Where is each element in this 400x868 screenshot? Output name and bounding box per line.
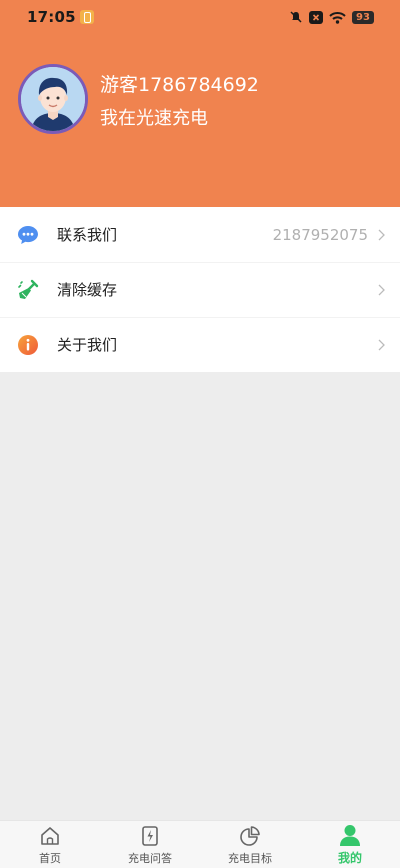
broom-icon [17, 279, 39, 301]
tab-charge-goal[interactable]: 充电目标 [200, 821, 300, 868]
settings-menu: 联系我们 2187952075 清除缓存 关于我们 [0, 207, 400, 372]
menu-item-label: 清除缓存 [57, 281, 118, 299]
pie-chart-icon [239, 824, 261, 848]
status-icons: 93 [289, 10, 374, 24]
menu-item-label: 关于我们 [57, 336, 118, 354]
mute-icon [290, 11, 302, 23]
person-icon [338, 823, 362, 847]
username: 游客1786784692 [100, 74, 259, 96]
menu-item-about-us[interactable]: 关于我们 [0, 317, 400, 372]
chat-bubble-icon [17, 224, 39, 246]
status-bar: 17:05 93 [0, 0, 400, 34]
charging-badge-icon [79, 10, 94, 24]
info-icon [17, 334, 39, 356]
tab-label: 充电目标 [228, 852, 272, 865]
tab-label: 充电问答 [128, 852, 172, 865]
menu-item-contact-us[interactable]: 联系我们 2187952075 [0, 207, 400, 262]
home-icon [39, 824, 61, 848]
menu-item-label: 联系我们 [57, 226, 118, 244]
tab-label: 首页 [39, 852, 61, 865]
avatar[interactable] [18, 64, 88, 134]
avatar-face-icon [21, 67, 85, 131]
contact-number: 2187952075 [272, 225, 368, 244]
chevron-right-icon [374, 284, 388, 296]
bottom-tab-bar: 首页 充电问答 充电目标 我的 [0, 820, 400, 868]
wifi-icon [329, 11, 346, 24]
close-box-icon [309, 10, 323, 24]
battery-level: 93 [352, 10, 374, 24]
tab-home[interactable]: 首页 [0, 821, 100, 868]
tab-charge-qa[interactable]: 充电问答 [100, 821, 200, 868]
tab-label: 我的 [337, 851, 362, 865]
chevron-right-icon [374, 339, 388, 351]
chevron-right-icon [374, 229, 388, 241]
charge-qa-icon [140, 824, 160, 848]
status-time: 17:05 [27, 8, 76, 26]
menu-item-clear-cache[interactable]: 清除缓存 [0, 262, 400, 317]
profile-tagline: 我在光速充电 [100, 108, 208, 129]
profile-header: 17:05 93 游客1786784692 我在光速充电 [0, 0, 400, 207]
tab-mine[interactable]: 我的 [300, 821, 400, 868]
